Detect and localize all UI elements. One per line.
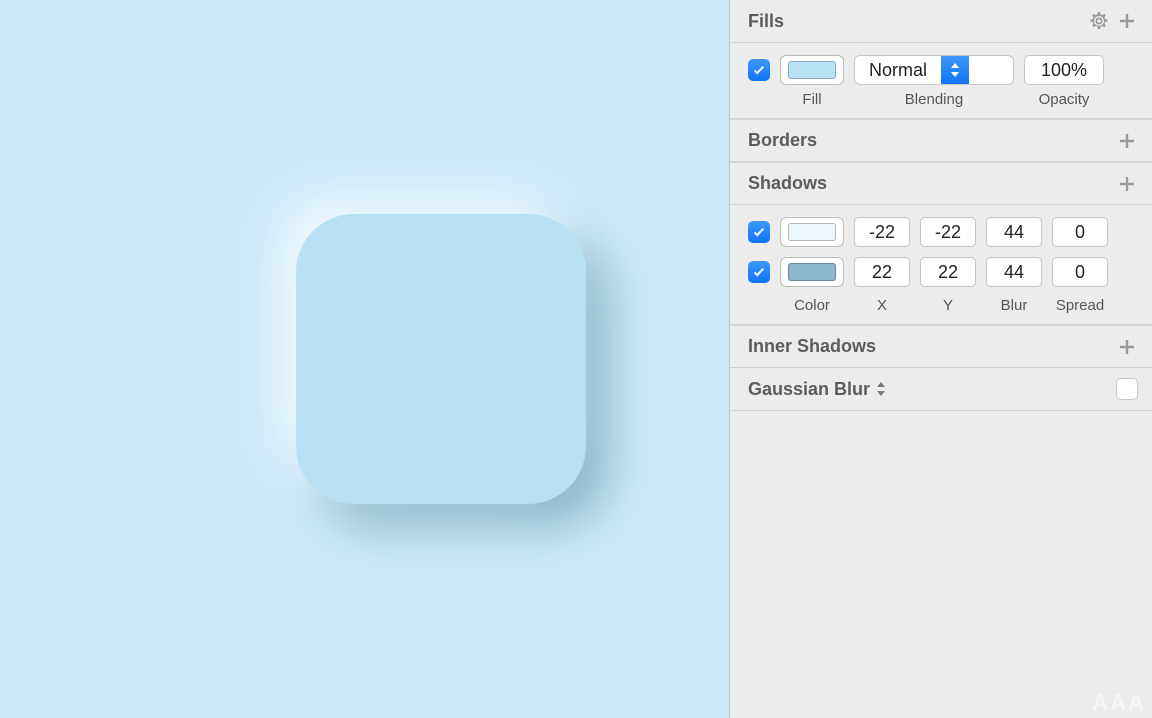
shadows-title: Shadows — [748, 173, 1110, 194]
shadow0-color-well[interactable] — [780, 217, 844, 247]
shadow0-y-input[interactable] — [920, 217, 976, 247]
fill-label: Fill — [780, 91, 844, 108]
shadow1-blur-input[interactable] — [986, 257, 1042, 287]
blend-mode-select[interactable]: Normal — [854, 55, 1014, 85]
shadow1-x-input[interactable] — [854, 257, 910, 287]
add-fill-icon[interactable] — [1116, 10, 1138, 32]
add-inner-shadow-icon[interactable] — [1116, 336, 1138, 358]
neumorphic-shape[interactable] — [296, 214, 586, 504]
shadow0-swatch — [788, 223, 836, 241]
shadow-y-label: Y — [920, 297, 976, 314]
fill-color-well[interactable] — [780, 55, 844, 85]
shadow0-blur-input[interactable] — [986, 217, 1042, 247]
shadow0-enabled-checkbox[interactable] — [748, 221, 770, 243]
shadow1-color-well[interactable] — [780, 257, 844, 287]
gaussian-blur-title: Gaussian Blur — [748, 379, 886, 400]
shadow-color-label: Color — [780, 297, 844, 314]
shadow1-spread-input[interactable] — [1052, 257, 1108, 287]
borders-title: Borders — [748, 130, 1110, 151]
canvas[interactable] — [0, 0, 729, 718]
blending-label: Blending — [854, 91, 1014, 108]
gaussian-blur-checkbox[interactable] — [1116, 378, 1138, 400]
inner-shadows-title: Inner Shadows — [748, 336, 1110, 357]
gaussian-blur-header[interactable]: Gaussian Blur — [730, 368, 1152, 411]
shadow-spread-label: Spread — [1052, 297, 1108, 314]
fills-body: Normal Fill Blending Opacity — [730, 43, 1152, 119]
shadow1-swatch — [788, 263, 836, 281]
stepper-icon[interactable] — [876, 381, 886, 397]
opacity-label: Opacity — [1024, 91, 1104, 108]
gear-icon[interactable] — [1088, 10, 1110, 32]
shadows-labels: Color X Y Blur Spread — [748, 297, 1138, 314]
shadows-body: Color X Y Blur Spread — [730, 205, 1152, 325]
fills-title: Fills — [748, 11, 1082, 32]
fills-labels: Fill Blending Opacity — [748, 91, 1138, 108]
shadow1-y-input[interactable] — [920, 257, 976, 287]
add-border-icon[interactable] — [1116, 130, 1138, 152]
shadow0-spread-input[interactable] — [1052, 217, 1108, 247]
blend-mode-value: Normal — [855, 60, 941, 81]
inner-shadows-header[interactable]: Inner Shadows — [730, 325, 1152, 368]
fills-header[interactable]: Fills — [730, 0, 1152, 43]
shadow0-x-input[interactable] — [854, 217, 910, 247]
inspector-panel: Fills Normal Fill Blen — [729, 0, 1152, 718]
fill-swatch — [788, 61, 836, 79]
add-shadow-icon[interactable] — [1116, 173, 1138, 195]
watermark: AAA — [1092, 690, 1146, 716]
shadows-header[interactable]: Shadows — [730, 162, 1152, 205]
shadow1-enabled-checkbox[interactable] — [748, 261, 770, 283]
gaussian-blur-label: Gaussian Blur — [748, 379, 870, 400]
fill-enabled-checkbox[interactable] — [748, 59, 770, 81]
fill-opacity-input[interactable] — [1024, 55, 1104, 85]
select-arrows-icon — [941, 56, 969, 84]
fill-row: Normal — [748, 55, 1138, 85]
shadow-row-0 — [748, 217, 1138, 247]
shadow-x-label: X — [854, 297, 910, 314]
borders-header[interactable]: Borders — [730, 119, 1152, 162]
shadow-blur-label: Blur — [986, 297, 1042, 314]
shadow-row-1 — [748, 257, 1138, 287]
